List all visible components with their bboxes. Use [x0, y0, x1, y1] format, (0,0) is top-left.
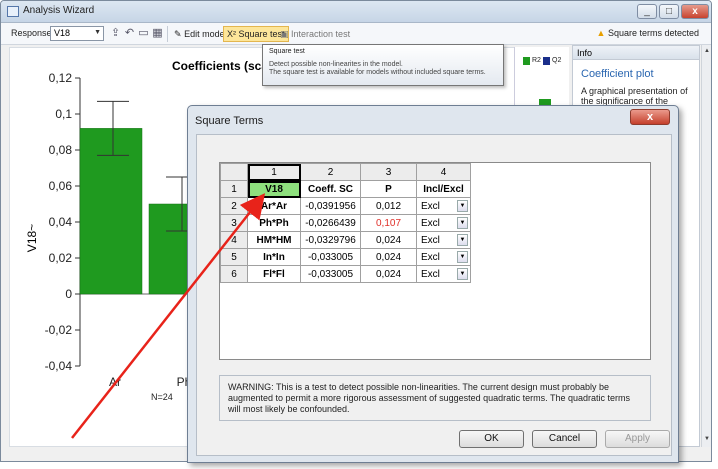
screen: Analysis Wizard _ □ x Response: V18 ▼ ⇪ …: [0, 0, 718, 469]
red-arrow-line: [71, 193, 266, 439]
annotation-arrow: [71, 193, 266, 439]
